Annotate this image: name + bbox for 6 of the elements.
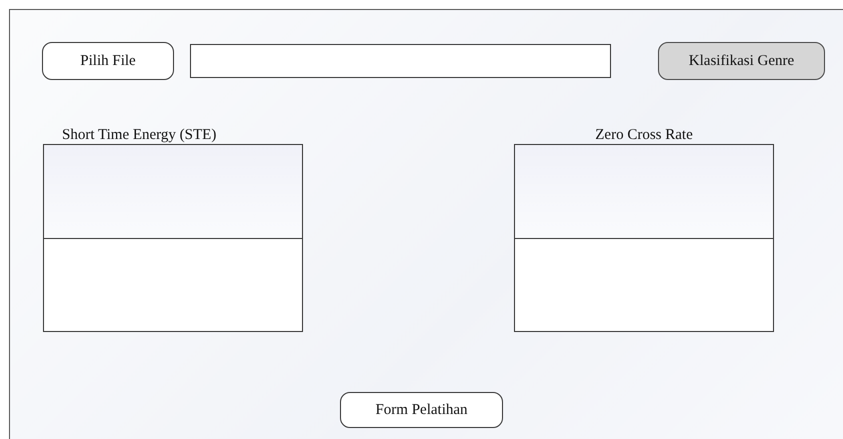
choose-file-button[interactable]: Pilih File: [42, 42, 174, 80]
classify-genre-button[interactable]: Klasifikasi Genre: [658, 42, 825, 80]
panel-title: Short Time Energy (STE): [61, 126, 218, 144]
panel-title: Zero Cross Rate: [594, 126, 694, 144]
training-form-button[interactable]: Form Pelatihan: [340, 392, 503, 428]
file-path-field[interactable]: [190, 44, 611, 78]
